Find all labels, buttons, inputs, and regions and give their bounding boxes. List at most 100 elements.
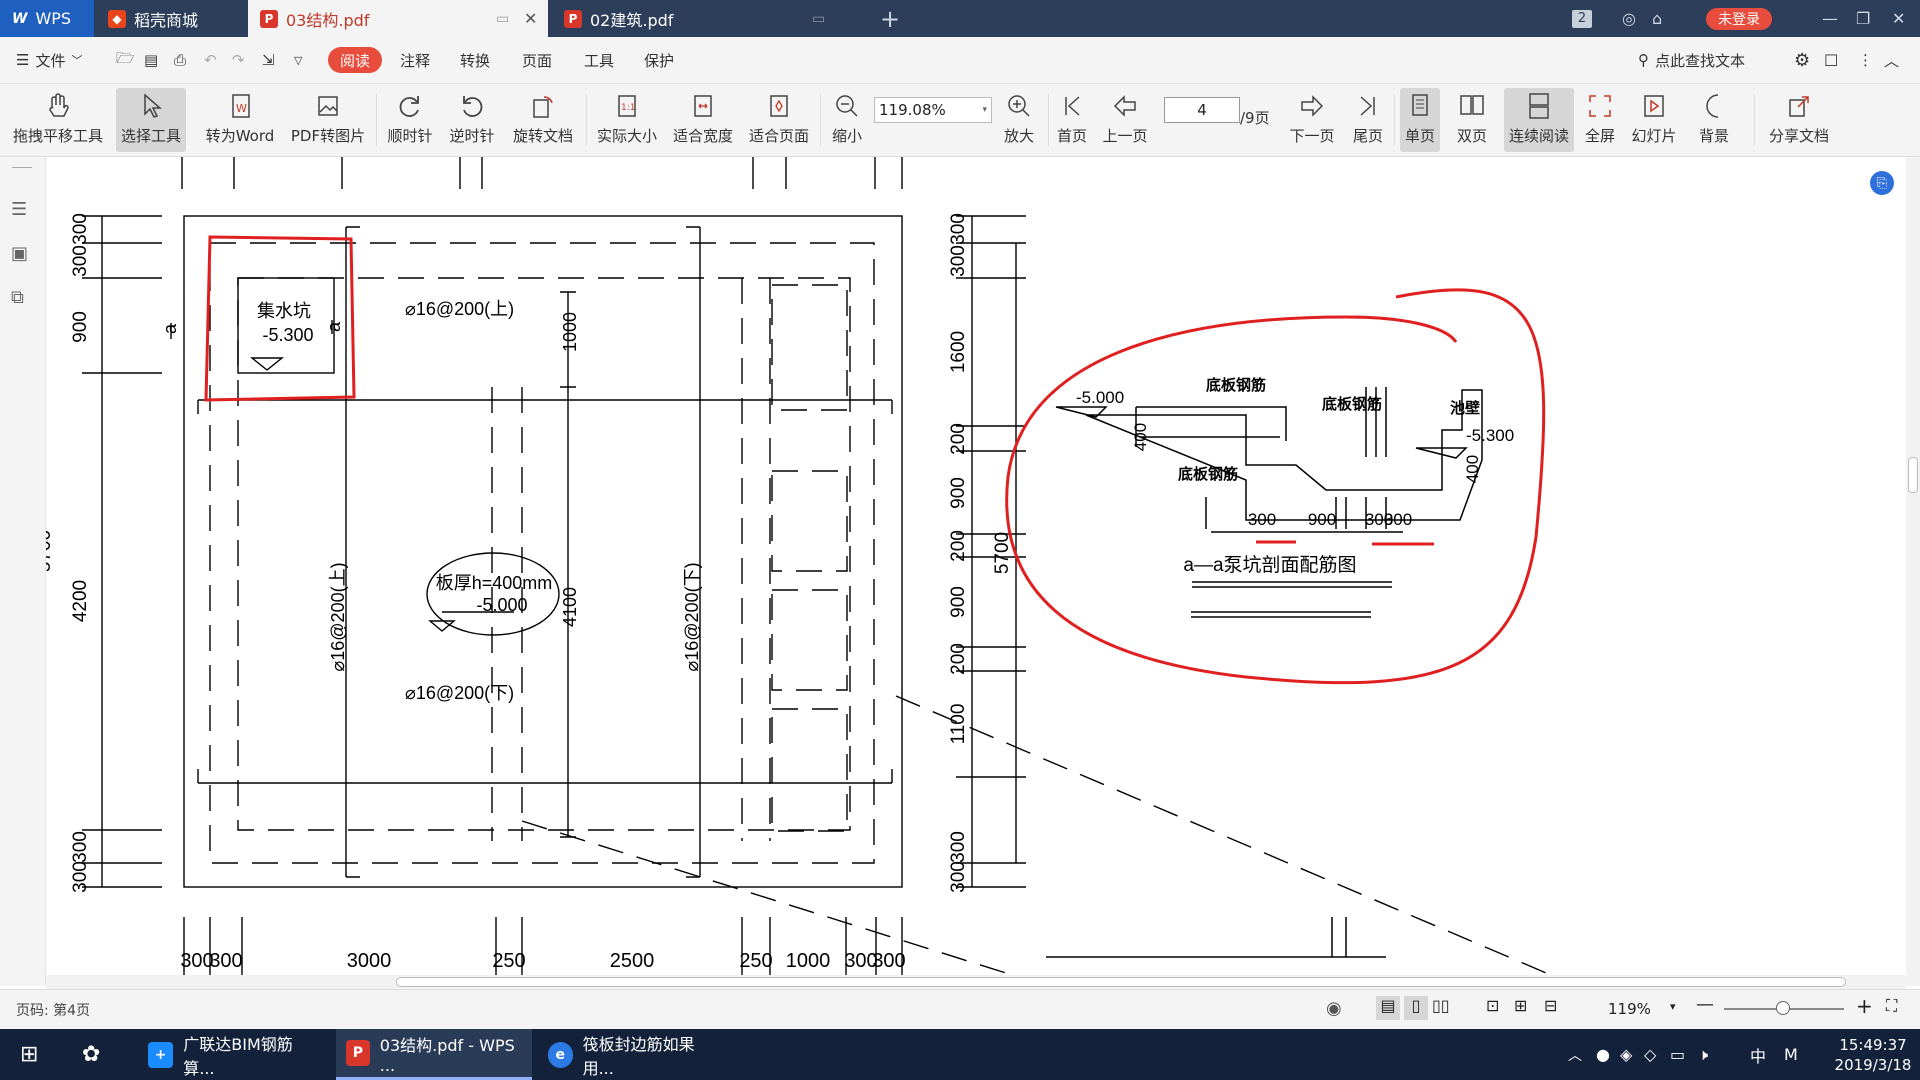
rb-label: PDF转图片 <box>290 127 366 145</box>
pdf-to-image-button[interactable]: PDF转图片 <box>290 88 366 152</box>
menu-convert[interactable]: 转换 <box>460 47 490 73</box>
share-document-button[interactable]: 分享文档 <box>1764 88 1834 152</box>
minimize-icon[interactable]: — <box>1822 0 1838 37</box>
vertical-scrollbar[interactable] <box>1906 157 1920 986</box>
taskbar-app-browser[interactable]: e 筏板封边筋如果用... <box>538 1029 728 1080</box>
skin-icon[interactable]: ⌂ <box>1652 0 1662 37</box>
wps-logo-tab[interactable]: W WPS <box>0 0 94 37</box>
clock[interactable]: 15:49:37 2019/3/18 <box>1826 1029 1920 1080</box>
sync-icon[interactable]: ◎ <box>1622 0 1636 37</box>
monitor-icon[interactable]: ▭ <box>496 11 509 27</box>
chevron-down-icon[interactable]: ▾ <box>1670 1000 1676 1013</box>
rotate-ccw-button[interactable]: 逆时针 <box>446 88 498 152</box>
menu-page[interactable]: 页面 <box>522 47 552 73</box>
open-icon[interactable]: 🗁 <box>116 47 135 73</box>
horizontal-scroll-thumb[interactable] <box>396 977 1846 987</box>
next-page-button[interactable]: 下一页 <box>1286 88 1338 152</box>
new-tab-icon[interactable]: + <box>880 0 900 37</box>
to-word-button[interactable]: W 转为Word <box>200 88 280 152</box>
start-button[interactable]: ⊞ <box>10 1029 54 1080</box>
thumbnail-icon[interactable]: ▣ <box>11 243 28 264</box>
redo-icon[interactable]: ↷ <box>232 47 245 73</box>
login-button[interactable]: 未登录 <box>1706 8 1772 30</box>
rotate-document-button[interactable]: 旋转文档 <box>508 88 578 152</box>
document-view[interactable]: 集水坑 -5.300 ⌀16@200(上) ⌀16@200(下) 板厚h=400… <box>46 157 1906 975</box>
close-window-icon[interactable]: ✕ <box>1892 0 1905 37</box>
collapse-ribbon-icon[interactable]: ︿ <box>1884 47 1899 73</box>
undo-icon[interactable]: ↶ <box>204 47 217 73</box>
settings-icon[interactable]: ⚙ <box>1794 47 1810 73</box>
save-icon[interactable]: ▤ <box>144 47 158 73</box>
zoom-out-button[interactable]: 缩小 <box>826 88 868 152</box>
quick-access-dropdown-icon[interactable]: ▽ <box>294 47 302 73</box>
fit-page-icon[interactable]: ⊞ <box>1514 996 1527 1015</box>
single-page-button[interactable]: 单页 <box>1400 88 1440 152</box>
window-count-badge[interactable]: 2 <box>1572 9 1592 28</box>
taskbar-app-wps[interactable]: P 03结构.pdf - WPS ... <box>336 1029 532 1080</box>
tab-docer-store[interactable]: ◆ 稻壳商城 <box>96 0 246 37</box>
last-page-button[interactable]: 尾页 <box>1350 88 1386 152</box>
slideshow-button[interactable]: 幻灯片 <box>1630 88 1678 152</box>
menu-protect[interactable]: 保护 <box>644 47 674 73</box>
export-icon[interactable]: ⇲ <box>262 47 275 73</box>
menu-tools[interactable]: 工具 <box>584 47 614 73</box>
restore-icon[interactable]: ❐ <box>1856 0 1870 37</box>
vertical-scroll-thumb[interactable] <box>1908 457 1918 493</box>
collapse-handle[interactable] <box>12 167 32 168</box>
rotate-cw-button[interactable]: 顺时针 <box>384 88 436 152</box>
pan-tool-button[interactable]: 拖拽平移工具 <box>10 88 106 152</box>
prev-page-button[interactable]: 上一页 <box>1100 88 1150 152</box>
print-icon[interactable]: ⎙ <box>174 47 186 73</box>
fit-width-icon[interactable]: ⊟ <box>1544 996 1557 1015</box>
first-page-button[interactable]: 首页 <box>1054 88 1090 152</box>
fullscreen-button[interactable]: 全屏 <box>1582 88 1618 152</box>
zoom-level[interactable]: 119% <box>1608 1000 1651 1018</box>
actual-size-button[interactable]: 1:1 实际大小 <box>592 88 662 152</box>
fit-width-button[interactable]: 适合宽度 <box>668 88 738 152</box>
left-sidebar: ☰ ▣ ⧉ <box>0 157 46 986</box>
section-dim: 900 <box>1308 510 1336 529</box>
select-tool-button[interactable]: 选择工具 <box>116 88 186 152</box>
docer-icon: ◆ <box>108 9 126 28</box>
ime-mode-indicator[interactable]: M <box>1774 1029 1808 1080</box>
continuous-view-icon[interactable]: ▯ <box>1404 996 1428 1020</box>
menu-read[interactable]: 阅读 <box>328 47 383 73</box>
volume-icon[interactable]: 🕨 <box>1688 1029 1718 1080</box>
monitor-icon[interactable]: ▭ <box>812 11 825 27</box>
bookmark-icon[interactable]: ⧉ <box>11 287 24 308</box>
menu-annotate[interactable]: 注释 <box>400 47 430 73</box>
fit-page-button[interactable]: 适合页面 <box>744 88 814 152</box>
single-page-view-icon[interactable]: ▤ <box>1376 996 1400 1020</box>
file-menu[interactable]: ☰ 文件 ﹀ <box>16 47 82 73</box>
actual-size-icon[interactable]: ⊡ <box>1486 996 1499 1015</box>
zoom-in-icon[interactable]: + <box>1856 994 1873 1018</box>
outline-icon[interactable]: ☰ <box>11 199 27 220</box>
double-view-icon[interactable]: ▯▯ <box>1432 996 1450 1015</box>
double-page-button[interactable]: 双页 <box>1450 88 1494 152</box>
continuous-read-button[interactable]: 连续阅读 <box>1504 88 1574 152</box>
float-tool-icon[interactable]: ⎘ <box>1870 171 1894 195</box>
horizontal-scrollbar[interactable] <box>46 975 1906 989</box>
tab-02-architecture-pdf[interactable]: P 02建筑.pdf ▭ <box>552 0 842 37</box>
taskbar-pinned-icon[interactable]: ✿ <box>72 1029 116 1080</box>
tab-label: 稻壳商城 <box>134 10 199 30</box>
close-tab-icon[interactable]: ✕ <box>524 9 537 28</box>
background-button[interactable]: 背景 <box>1692 88 1736 152</box>
page-number-input[interactable]: 4 <box>1164 97 1240 123</box>
hamburger-icon: ☰ <box>16 51 30 69</box>
section-wall-label: 池壁 <box>1450 399 1480 417</box>
zoom-slider-handle[interactable] <box>1776 1001 1790 1015</box>
tab-03-structure-pdf[interactable]: P 03结构.pdf ▭ ✕ <box>248 0 548 37</box>
eye-protect-icon[interactable]: ◉ <box>1326 998 1342 1019</box>
dim-bottom: 250 <box>739 950 772 972</box>
zoom-in-button[interactable]: 放大 <box>998 88 1040 152</box>
wps-logo-label: WPS <box>35 9 72 28</box>
zoom-out-icon[interactable]: — <box>1696 994 1714 1015</box>
search-text-button[interactable]: ⚲ 点此查找文本 <box>1638 47 1745 73</box>
taskbar-app-glodon[interactable]: + 广联达BIM钢筋算... <box>138 1029 330 1080</box>
zoom-select[interactable]: 119.08% ▾ <box>874 97 992 123</box>
comment-icon[interactable]: ☐ <box>1824 47 1838 73</box>
ime-indicator[interactable]: 中 <box>1740 1029 1776 1080</box>
more-icon[interactable]: ⋮ <box>1858 47 1873 73</box>
fullscreen-icon[interactable]: ⛶ <box>1886 996 1897 1016</box>
